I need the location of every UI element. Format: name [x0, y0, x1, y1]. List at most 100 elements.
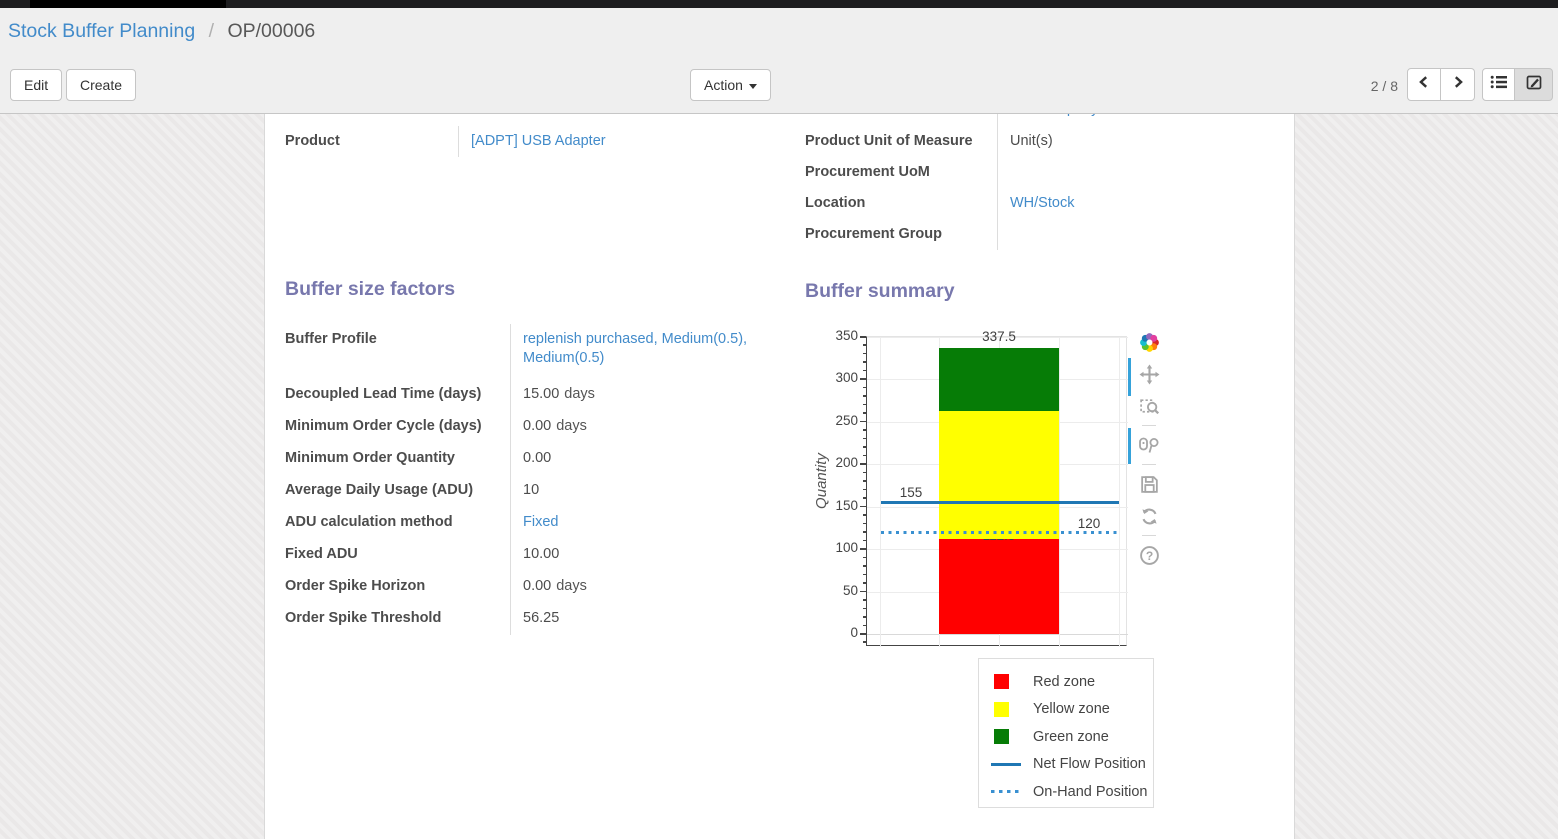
legend-item[interactable]: Green zone [991, 723, 1153, 751]
y-axis-tick [863, 395, 867, 397]
legend-swatch [991, 674, 1025, 689]
y-axis-tick [863, 540, 867, 542]
field-group-buffer-factors: Buffer Profile replenish purchased, Mediu… [285, 324, 795, 635]
legend-color-square [994, 729, 1009, 744]
legend-swatch [991, 702, 1025, 717]
y-axis-tick [860, 378, 866, 380]
legend-item[interactable]: On-Hand Position [991, 778, 1153, 806]
y-axis-title: Quantity [813, 411, 831, 551]
plot-area: 112.5262.5337.5155120 [866, 336, 1127, 646]
create-button[interactable]: Create [66, 69, 136, 101]
field-row: LocationWH/Stock [805, 188, 1275, 219]
field-value: 56.25 [523, 610, 559, 626]
field-row: Order Spike Threshold 56.25 [285, 603, 795, 635]
y-axis-tick-label: 300 [800, 370, 858, 385]
legend-label: Red zone [1033, 674, 1095, 690]
y-axis-tick [863, 446, 867, 448]
field-value-cell: 56.25 [510, 603, 778, 635]
field-value-cell: [ADPT] USB Adapter [458, 126, 790, 157]
field-value-cell: 10 [510, 475, 778, 507]
view-switcher [1482, 68, 1553, 101]
pager-buttons [1407, 68, 1475, 101]
net-flow-position-line [881, 501, 1119, 504]
y-axis-tick [863, 387, 867, 389]
yellow-zone-bar [939, 411, 1059, 538]
legend-item[interactable]: Yellow zone [991, 696, 1153, 724]
help-icon[interactable]: ? [1137, 543, 1161, 567]
y-axis-tick [860, 591, 866, 593]
field-row: Procurement Group [805, 219, 1275, 250]
modebar-separator [1142, 464, 1156, 465]
pan-icon[interactable] [1137, 362, 1161, 386]
legend-item[interactable]: Red zone [991, 668, 1153, 696]
field-label: Average Daily Usage (ADU) [285, 475, 510, 507]
list-view-button[interactable] [1482, 68, 1515, 101]
chevron-left-icon [1417, 75, 1431, 94]
bar-value-label: 337.5 [939, 329, 1059, 344]
field-value: 0.00 [523, 418, 551, 434]
field-value-link[interactable]: WH/Stock [1010, 195, 1074, 211]
company-link-clipped[interactable]: YourCompany [1007, 114, 1098, 117]
field-group-product: Product[ADPT] USB Adapter [285, 126, 790, 157]
y-axis-tick [863, 608, 867, 610]
chevron-down-icon [749, 84, 757, 89]
compare-hover-icon[interactable] [1137, 433, 1161, 457]
y-axis-tick [863, 641, 867, 643]
y-axis-tick [863, 412, 867, 414]
legend-line-symbol [991, 790, 1025, 793]
form-view-button[interactable] [1515, 68, 1553, 101]
field-row: Minimum Order Cycle (days)0.00days [285, 411, 795, 443]
y-axis-tick [863, 497, 867, 499]
form-view-icon [1526, 74, 1542, 95]
field-value-cell: 0.00days [510, 571, 778, 603]
field-value-cell [997, 157, 1275, 188]
y-axis-tick [863, 514, 867, 516]
field-row: Decoupled Lead Time (days)15.00days [285, 379, 795, 411]
field-value-link[interactable]: Fixed [523, 514, 558, 530]
field-unit: days [556, 418, 587, 434]
reset-axes-icon[interactable] [1137, 504, 1161, 528]
action-dropdown-button[interactable]: Action [690, 69, 771, 101]
y-axis-tick-label: 250 [800, 413, 858, 428]
y-axis-tick [863, 370, 867, 372]
y-axis-tick [863, 557, 867, 559]
field-unit: days [556, 578, 587, 594]
field-row: Product Unit of MeasureUnit(s) [805, 126, 1275, 157]
field-value-cell: 10.00 [510, 539, 778, 571]
legend-color-square [994, 674, 1009, 689]
field-value-link[interactable]: replenish purchased, Medium(0.5), Medium… [523, 331, 747, 366]
pager-previous-button[interactable] [1407, 68, 1441, 101]
y-axis-tick [863, 523, 867, 525]
y-axis-tick [863, 531, 867, 533]
field-value-cell: 0.00 [510, 443, 778, 475]
zero-line [867, 634, 1128, 635]
top-menu-bar [0, 0, 1558, 8]
field-value: 0.00 [523, 450, 551, 466]
pager-counter: 2 / 8 [1371, 78, 1398, 94]
field-label: Minimum Order Quantity [285, 443, 510, 475]
save-icon[interactable] [1137, 472, 1161, 496]
edit-button[interactable]: Edit [10, 69, 62, 101]
field-label: Buffer Profile [285, 324, 510, 379]
legend-item[interactable]: Net Flow Position [991, 751, 1153, 779]
breadcrumb-current: OP/00006 [227, 20, 315, 42]
green-zone-bar [939, 348, 1059, 412]
clipped-row-separator [997, 114, 998, 126]
y-axis-tick [863, 429, 867, 431]
y-axis-tick [860, 463, 866, 465]
breadcrumb-separator: / [209, 20, 214, 42]
section-title-buffer-size-factors: Buffer size factors [285, 278, 455, 301]
field-value-link[interactable]: [ADPT] USB Adapter [471, 133, 606, 149]
y-axis-tick [860, 336, 866, 338]
pager-next-button[interactable] [1441, 68, 1475, 101]
breadcrumb-parent-link[interactable]: Stock Buffer Planning [8, 20, 195, 42]
field-label: Order Spike Threshold [285, 603, 510, 635]
modebar-separator [1142, 425, 1156, 426]
svg-text:?: ? [1145, 548, 1152, 562]
field-value-cell: 15.00days [510, 379, 778, 411]
y-axis-tick [863, 404, 867, 406]
field-label: Decoupled Lead Time (days) [285, 379, 510, 411]
box-zoom-icon[interactable] [1137, 394, 1161, 418]
control-panel: Stock Buffer Planning / OP/00006 Edit Cr… [0, 8, 1558, 114]
field-row: Order Spike Horizon0.00days [285, 571, 795, 603]
